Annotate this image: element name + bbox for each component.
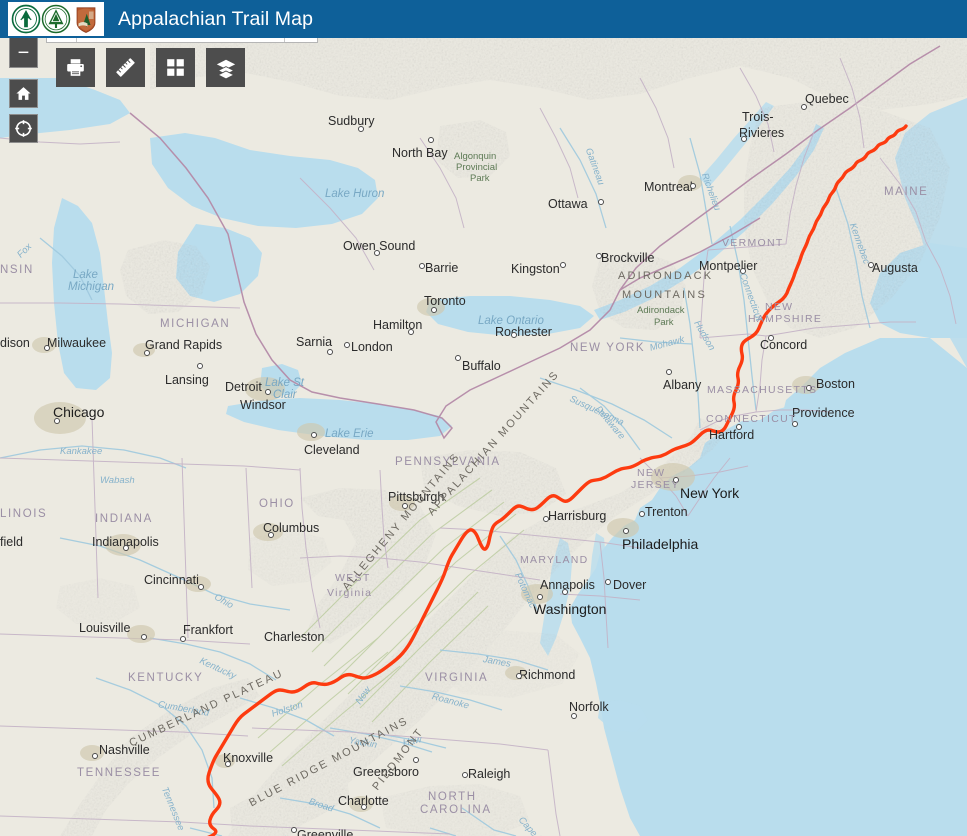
home-icon: [16, 87, 31, 100]
basemap-gallery-button[interactable]: [156, 48, 195, 87]
page-title: Appalachian Trail Map: [118, 7, 314, 30]
ruler-icon: [116, 58, 135, 77]
appalachian-trail-map-app: Appalachian Trail Map Quebec Trois- Rivi…: [0, 0, 967, 836]
usfs-logo: [41, 4, 71, 34]
layers-icon: [216, 59, 235, 79]
measure-button[interactable]: [106, 48, 145, 87]
agency-logos: [8, 2, 104, 36]
print-button[interactable]: [56, 48, 95, 87]
map-svg: [0, 38, 967, 836]
nps-arrowhead-logo: [76, 7, 96, 33]
map-canvas[interactable]: Quebec Trois- Rivieres Montreal Ottawa Sudbur…: [0, 38, 967, 836]
locate-button[interactable]: [9, 114, 38, 143]
locate-icon: [15, 120, 32, 137]
app-header: Appalachian Trail Map: [0, 0, 967, 38]
layer-list-button[interactable]: [206, 48, 245, 87]
home-button[interactable]: [9, 79, 38, 108]
zoom-out-button[interactable]: −: [10, 38, 37, 67]
atc-logo: [11, 4, 41, 34]
printer-icon: [67, 59, 84, 76]
grid-icon: [167, 59, 184, 76]
